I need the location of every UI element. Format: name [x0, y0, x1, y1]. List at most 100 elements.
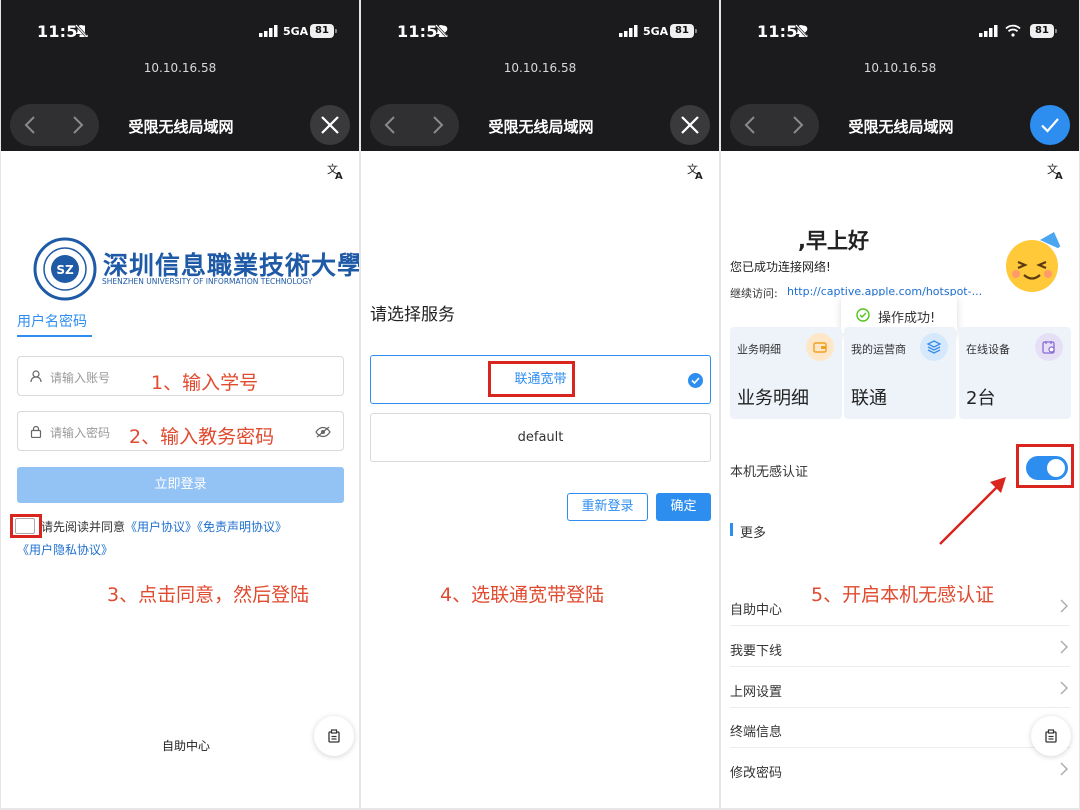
seamless-auth-label: 本机无感认证	[730, 465, 809, 480]
wallet-icon-wrap	[806, 333, 834, 361]
floating-assist-button[interactable]	[314, 716, 354, 756]
annotation-box-checkbox	[10, 514, 42, 538]
back-arrow-icon[interactable]	[24, 116, 36, 134]
more-section-title: 更多	[740, 526, 767, 541]
chevron-right-icon	[1060, 762, 1068, 776]
menu-self-service[interactable]: 自助中心	[730, 586, 1070, 626]
card-title: 在线设备	[966, 343, 1010, 356]
university-seal-logo: SZ	[33, 237, 97, 301]
menu-terminal-info[interactable]: 终端信息	[730, 708, 1070, 748]
done-button[interactable]	[1030, 105, 1070, 145]
card-business-detail[interactable]: 业务明细 业务明细	[730, 327, 842, 419]
annotation-box-toggle	[1016, 444, 1074, 488]
check-circle-icon	[688, 373, 703, 388]
account-placeholder: 请输入账号	[50, 371, 111, 385]
continue-label: 继续访问:	[730, 287, 778, 300]
menu-network-settings[interactable]: 上网设置	[730, 668, 1070, 708]
address-bar[interactable]: 10.10.16.58	[361, 61, 719, 75]
connected-status: 您已成功连接网络!	[730, 260, 831, 274]
address-bar[interactable]: 10.10.16.58	[721, 61, 1079, 75]
calendar-clock-icon	[1042, 341, 1055, 354]
tab-username-password[interactable]: 用户名密码	[17, 311, 87, 331]
relogin-button[interactable]: 重新登录	[567, 493, 648, 521]
silent-bell-icon	[795, 24, 807, 37]
network-type: 5GA	[643, 25, 669, 38]
annotation-box-unicom	[488, 361, 575, 397]
network-type: 5GA	[283, 25, 309, 38]
service-option-default[interactable]: default	[370, 413, 711, 462]
translate-icon[interactable]: 文A	[687, 162, 705, 180]
address-bar[interactable]: 10.10.16.58	[1, 61, 359, 75]
self-service-link[interactable]: 自助中心	[1, 737, 359, 754]
card-value: 联通	[851, 388, 887, 409]
menu-label: 修改密码	[730, 766, 783, 781]
menu-go-offline[interactable]: 我要下线	[730, 627, 1070, 667]
annotation-arrow	[939, 477, 1006, 545]
card-value: 业务明细	[737, 388, 809, 409]
floating-assist-button[interactable]	[1031, 716, 1071, 756]
emoji-mascot-icon	[1006, 232, 1066, 292]
cellular-signal-icon	[619, 25, 638, 37]
chevron-right-icon	[1060, 599, 1068, 613]
svg-text:A: A	[695, 171, 703, 180]
close-button[interactable]	[310, 105, 350, 145]
page-title: 受限无线局域网	[128, 118, 234, 136]
layers-icon	[927, 340, 941, 354]
cellular-signal-icon	[979, 25, 998, 37]
wallet-icon	[813, 342, 827, 353]
greeting: ,早上好	[798, 229, 869, 253]
back-arrow-icon[interactable]	[384, 116, 396, 134]
translate-icon[interactable]: 文A	[327, 162, 345, 180]
page-title: 受限无线局域网	[848, 118, 954, 136]
confirm-button[interactable]: 确定	[656, 493, 711, 521]
password-placeholder: 请输入密码	[50, 426, 111, 440]
cellular-signal-icon	[259, 25, 278, 37]
screenshot-login: 11:51 5GA 81 10.10.16.58 受限无线局域网 文A SZ 深…	[1, 0, 359, 808]
section-marker	[730, 523, 733, 536]
clipboard-icon	[328, 729, 340, 743]
disclaimer-link[interactable]: 《免责声明协议》	[197, 520, 287, 534]
card-value: 2台	[966, 388, 996, 409]
screenshot-service-select: 11:52 5GA 81 10.10.16.58 受限无线局域网 文A 请选择服…	[361, 0, 719, 808]
user-icon	[30, 370, 42, 383]
menu-label: 我要下线	[730, 644, 783, 659]
annotation-step2: 2、输入教务密码	[129, 426, 275, 448]
annotation-step4: 4、选联通宽带登陆	[440, 584, 605, 606]
lock-icon	[30, 425, 42, 438]
menu-label: 自助中心	[730, 603, 783, 618]
continue-visit: 继续访问:	[730, 285, 778, 301]
user-agreement-link[interactable]: 《用户协议》	[125, 520, 197, 534]
svg-text:A: A	[1055, 171, 1063, 180]
toast-text: 操作成功!	[878, 311, 936, 326]
card-carrier[interactable]: 我的运营商 联通	[844, 327, 956, 419]
silent-bell-icon	[435, 24, 447, 37]
battery-cap	[695, 29, 697, 33]
card-online-devices[interactable]: 在线设备 2台	[959, 327, 1071, 419]
translate-icon[interactable]: 文A	[1047, 162, 1065, 180]
menu-label: 终端信息	[730, 725, 783, 740]
checkmark-icon	[1041, 118, 1059, 133]
menu-label: 上网设置	[730, 685, 783, 700]
back-arrow-icon[interactable]	[744, 116, 756, 134]
card-title: 我的运营商	[851, 343, 906, 356]
close-button[interactable]	[670, 105, 710, 145]
privacy-policy-link[interactable]: 《用户隐私协议》	[17, 541, 113, 558]
agree-prefix: 请先阅读并同意	[41, 520, 126, 534]
annotation-step3: 3、点击同意，然后登陆	[107, 584, 310, 606]
svg-text:A: A	[335, 171, 343, 180]
silent-bell-icon	[75, 24, 87, 37]
close-icon	[681, 116, 699, 134]
logo-english-name: SHENZHEN UNIVERSITY OF INFORMATION TECHN…	[102, 277, 313, 286]
service-heading: 请选择服务	[370, 305, 455, 325]
menu-change-password[interactable]: 修改密码	[730, 749, 1070, 789]
success-check-icon	[856, 308, 870, 322]
battery-level: 81	[670, 24, 694, 38]
login-button[interactable]: 立即登录	[17, 467, 344, 503]
agreement-text: 请先阅读并同意《用户协议》《免责声明协议》	[41, 518, 287, 535]
eye-hidden-icon[interactable]	[315, 426, 331, 438]
browser-chrome: 11:51 5GA 81 10.10.16.58 受限无线局域网	[1, 0, 359, 151]
annotation-step1: 1、输入学号	[151, 372, 259, 394]
battery-cap	[1055, 29, 1057, 33]
tab-underline	[17, 335, 92, 337]
page-title: 受限无线局域网	[488, 118, 594, 136]
